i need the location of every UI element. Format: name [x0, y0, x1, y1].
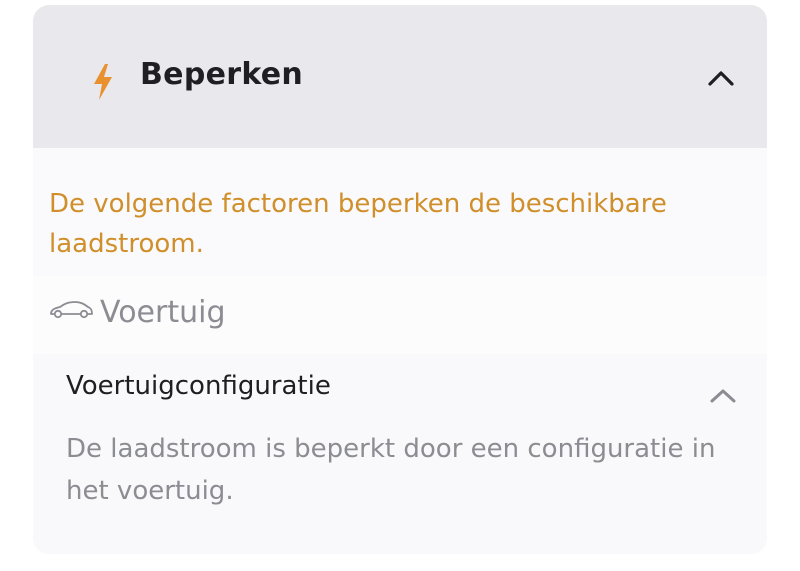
intro-text: De volgende factoren beperken de beschik…	[49, 189, 667, 259]
limitations-card: Beperken De volgende factoren beperken d…	[33, 5, 767, 554]
limitations-header[interactable]: Beperken	[33, 5, 767, 148]
car-icon	[50, 301, 93, 319]
intro-panel: De volgende factoren beperken de beschik…	[33, 148, 767, 276]
configuration-title: Voertuigconfiguratie	[66, 371, 331, 401]
configuration-description: De laadstroom is beperkt door een config…	[66, 434, 716, 506]
vehicle-configuration-item[interactable]: Voertuigconfiguratie De laadstroom is be…	[33, 354, 767, 554]
vehicle-section-header: Voertuig	[33, 276, 767, 354]
lightning-bolt-icon	[94, 64, 112, 100]
vehicle-label: Voertuig	[100, 295, 226, 330]
section-title: Beperken	[140, 57, 304, 92]
chevron-up-icon[interactable]	[706, 67, 736, 89]
chevron-up-icon[interactable]	[709, 387, 737, 405]
